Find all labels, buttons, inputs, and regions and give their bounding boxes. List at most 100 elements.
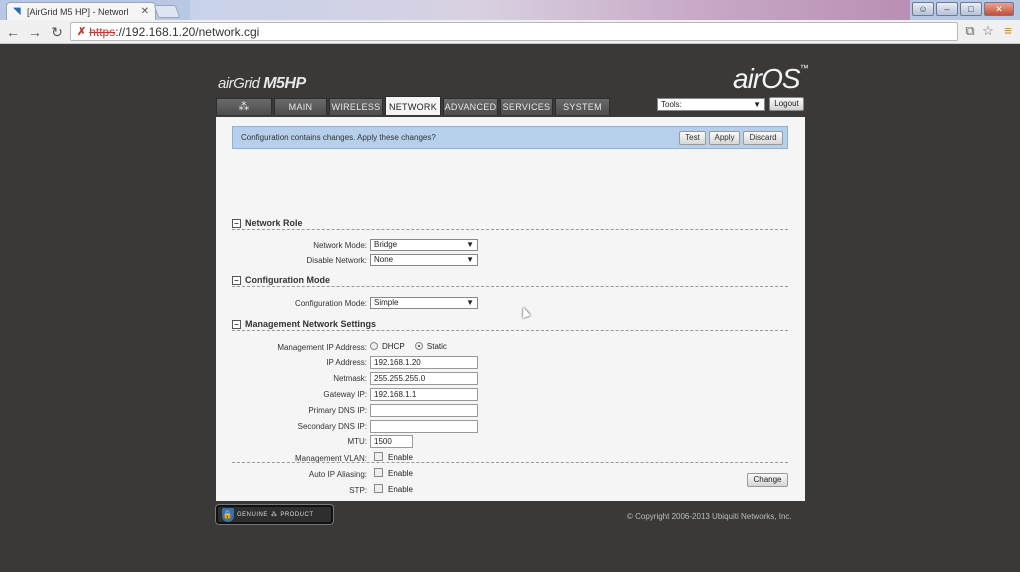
mtu-label: MTU: <box>347 437 367 446</box>
wifi-favicon-icon: ◥ <box>13 5 21 17</box>
back-arrow-icon[interactable]: ← <box>4 23 22 41</box>
gateway-label: Gateway IP: <box>323 390 367 399</box>
gateway-row: Gateway IP: 192.168.1.1 <box>216 388 805 401</box>
change-button[interactable]: Change <box>747 473 788 487</box>
close-window-button[interactable]: ✕ <box>984 2 1014 16</box>
section-network-role[interactable]: – Network Role <box>232 218 788 230</box>
pending-changes-notice: Configuration contains changes. Apply th… <box>232 126 788 149</box>
secondary-dns-label: Secondary DNS IP: <box>297 422 367 431</box>
menu-icon[interactable]: ≡ <box>1000 23 1016 39</box>
user-icon[interactable]: ☺ <box>912 2 934 16</box>
address-bar[interactable]: ✗ https://192.168.1.20/network.cgi <box>70 22 958 41</box>
url-text: ://192.168.1.20/network.cgi <box>115 24 260 39</box>
configuration-mode-label: Configuration Mode: <box>294 299 367 308</box>
test-button[interactable]: Test <box>679 131 706 145</box>
maximize-button[interactable]: □ <box>960 2 982 16</box>
ip-address-input[interactable]: 192.168.1.20 <box>370 356 478 369</box>
product-model: M5HP <box>263 75 306 92</box>
browser-titlebar: ◥ [AirGrid M5 HP] - Networl ✕ ☺ – □ ✕ <box>0 0 1020 20</box>
primary-dns-input[interactable] <box>370 404 478 417</box>
disable-network-label: Disable Network: <box>306 256 367 265</box>
network-mode-select[interactable]: Bridge ▼ <box>370 239 478 251</box>
os-name: airOS <box>733 63 801 94</box>
new-tab-button[interactable] <box>153 5 181 18</box>
chevron-down-icon: ▼ <box>753 100 761 109</box>
product-text: PRODUCT <box>280 511 314 518</box>
stp-label: STP: <box>349 486 367 495</box>
management-vlan-label: Management VLAN: <box>294 454 367 463</box>
tab-network[interactable]: NETWORK <box>385 96 441 115</box>
apply-button[interactable]: Apply <box>709 131 740 145</box>
tab-wireless[interactable]: WIRELESS <box>329 98 383 115</box>
section-management-network[interactable]: – Management Network Settings <box>232 319 788 331</box>
configuration-mode-select[interactable]: Simple ▼ <box>370 297 478 309</box>
enable-label: Enable <box>388 469 413 479</box>
auto-ip-alias-label: Auto IP Aliasing: <box>308 470 367 479</box>
collapse-icon[interactable]: – <box>232 275 241 285</box>
stp-option: Enable <box>370 484 421 495</box>
lock-shield-icon: 🔒 <box>222 507 234 522</box>
enable-label: Enable <box>388 485 413 495</box>
reload-icon[interactable]: ↻ <box>48 23 66 41</box>
mtu-input[interactable]: 1500 <box>370 435 413 448</box>
netmask-input[interactable]: 255.255.255.0 <box>370 372 478 385</box>
logout-button[interactable]: Logout <box>769 97 804 111</box>
ip-address-row: IP Address: 192.168.1.20 <box>216 356 805 369</box>
section-title: Configuration Mode <box>245 275 330 285</box>
static-label: Static <box>426 342 447 352</box>
genuine-text: GENUINE <box>237 511 268 518</box>
collapse-icon[interactable]: – <box>232 319 241 329</box>
window-controls: ☺ – □ ✕ <box>912 2 1014 16</box>
product-prefix: airGrid <box>218 75 260 92</box>
browser-tab[interactable]: ◥ [AirGrid M5 HP] - Networl ✕ <box>6 2 156 20</box>
secondary-dns-row: Secondary DNS IP: <box>216 420 805 433</box>
dhcp-label: DHCP <box>382 342 405 352</box>
chevron-down-icon: ▼ <box>466 298 474 307</box>
dhcp-radio[interactable] <box>370 341 378 350</box>
management-vlan-row: Management VLAN: Enable <box>216 452 805 465</box>
tab-advanced[interactable]: ADVANCED <box>443 98 498 115</box>
tab-main[interactable]: MAIN <box>274 98 327 115</box>
titlebar-background <box>190 0 910 20</box>
configuration-mode-value: Simple <box>374 298 399 307</box>
bookmark-star-icon[interactable]: ☆ <box>980 23 996 39</box>
management-ip-label: Management IP Address: <box>277 343 367 352</box>
minimize-button[interactable]: – <box>936 2 958 16</box>
browser-toolbar: ← → ↻ ✗ https://192.168.1.20/network.cgi… <box>0 20 1020 44</box>
genuine-product-badge: 🔒 GENUINE ⁂ PRODUCT <box>216 505 333 524</box>
management-vlan-checkbox[interactable] <box>374 452 383 462</box>
section-configuration-mode[interactable]: – Configuration Mode <box>232 275 788 287</box>
static-radio[interactable] <box>414 341 423 350</box>
chevron-down-icon: ▼ <box>466 240 474 249</box>
auto-ip-alias-checkbox[interactable] <box>374 468 383 478</box>
auto-ip-alias-option: Enable <box>370 468 421 479</box>
tab-title: [AirGrid M5 HP] - Networl <box>27 6 129 17</box>
netmask-label: Netmask: <box>333 374 367 383</box>
forward-arrow-icon[interactable]: → <box>26 23 44 41</box>
gateway-input[interactable]: 192.168.1.1 <box>370 388 478 401</box>
management-ip-row: Management IP Address: DHCP Static <box>216 341 805 354</box>
ubiquiti-logo-icon: ⁂ <box>270 512 278 518</box>
disable-network-select[interactable]: None ▼ <box>370 254 478 266</box>
tab-close-icon[interactable]: ✕ <box>141 6 149 17</box>
disable-network-value: None <box>374 255 394 264</box>
main-nav: ⁂ MAIN WIRELESS NETWORK ADVANCED SERVICE… <box>216 96 610 115</box>
ip-address-label: IP Address: <box>326 358 367 367</box>
secondary-dns-input[interactable] <box>370 420 478 433</box>
translate-icon[interactable]: ⧉ <box>962 23 978 39</box>
configuration-mode-row: Configuration Mode: Simple ▼ <box>216 297 805 310</box>
stp-checkbox[interactable] <box>374 484 383 494</box>
discard-button[interactable]: Discard <box>743 131 783 145</box>
network-mode-value: Bridge <box>374 240 398 249</box>
tab-services[interactable]: SERVICES <box>500 98 553 115</box>
product-logo: airGrid M5HP <box>218 75 306 93</box>
tools-select[interactable]: Tools: ▼ <box>657 98 765 111</box>
copyright-text: © Copyright 2006-2013 Ubiquiti Networks,… <box>627 512 792 521</box>
airos-logo: airOS™ <box>733 63 809 95</box>
tab-system[interactable]: SYSTEM <box>555 98 610 115</box>
management-ip-options: DHCP Static <box>370 341 455 352</box>
ubiquiti-logo-tab-icon[interactable]: ⁂ <box>216 98 272 115</box>
url-protocol: https <box>89 24 116 39</box>
insecure-lock-icon: ✗ <box>77 26 87 38</box>
collapse-icon[interactable]: – <box>232 218 241 228</box>
